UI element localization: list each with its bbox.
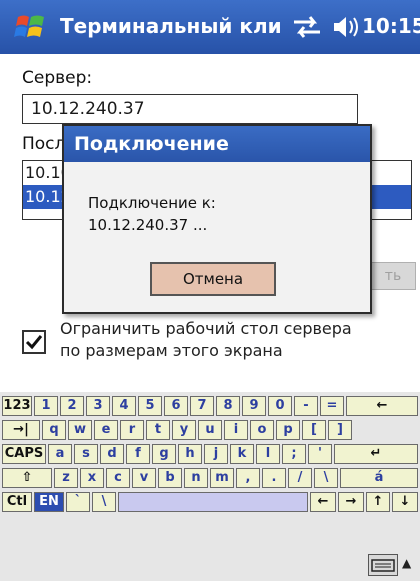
keyboard-icon xyxy=(371,559,395,572)
key-f[interactable]: f xyxy=(126,444,150,464)
key-enter[interactable]: ↵ xyxy=(334,444,418,464)
key-t[interactable]: t xyxy=(146,420,170,440)
key-x[interactable]: x xyxy=(80,468,104,488)
key-shift[interactable]: ⇧ xyxy=(2,468,52,488)
key-n[interactable]: n xyxy=(184,468,208,488)
key-equals[interactable]: = xyxy=(320,396,344,416)
key-arrow-up[interactable]: ↑ xyxy=(366,492,390,512)
key-bracket-left[interactable]: [ xyxy=(302,420,326,440)
dialog-message: Подключение к: 10.12.240.37 ... xyxy=(88,192,216,236)
connection-dialog: Подключение Подключение к: 10.12.240.37 … xyxy=(62,124,372,314)
key-minus[interactable]: - xyxy=(294,396,318,416)
cancel-button[interactable]: Отмена xyxy=(150,262,276,296)
key-1[interactable]: 1 xyxy=(34,396,58,416)
input-panel-menu-icon[interactable]: ▲ xyxy=(402,556,411,570)
fit-screen-label-line1: Ограничить рабочий стол сервера xyxy=(60,319,352,338)
key-arrow-down[interactable]: ↓ xyxy=(392,492,418,512)
key-3[interactable]: 3 xyxy=(86,396,110,416)
connect-button[interactable]: ть xyxy=(370,262,416,290)
key-g[interactable]: g xyxy=(152,444,176,464)
key-comma[interactable]: , xyxy=(236,468,260,488)
key-quote[interactable]: ' xyxy=(308,444,332,464)
key-slash[interactable]: / xyxy=(288,468,312,488)
speaker-icon[interactable] xyxy=(330,12,364,42)
key-backtick[interactable]: ` xyxy=(66,492,90,512)
window-title: Терминальный кли xyxy=(60,14,282,38)
dialog-title: Подключение xyxy=(64,126,370,162)
key-o[interactable]: o xyxy=(250,420,274,440)
title-bar: Терминальный кли 10:15 xyxy=(0,0,420,54)
key-q[interactable]: q xyxy=(42,420,66,440)
key-r[interactable]: r xyxy=(120,420,144,440)
fit-screen-label-line2: по размерам этого экрана xyxy=(60,341,283,360)
key-6[interactable]: 6 xyxy=(164,396,188,416)
key-arrow-right[interactable]: → xyxy=(338,492,364,512)
key-l[interactable]: l xyxy=(256,444,280,464)
server-label: Сервер: xyxy=(22,68,93,88)
key-k[interactable]: k xyxy=(230,444,254,464)
key-2[interactable]: 2 xyxy=(60,396,84,416)
key-m[interactable]: m xyxy=(210,468,234,488)
key-backslash[interactable]: \ xyxy=(314,468,338,488)
key-caps[interactable]: CAPS xyxy=(2,444,46,464)
key-w[interactable]: w xyxy=(68,420,92,440)
key-b[interactable]: b xyxy=(158,468,182,488)
key-j[interactable]: j xyxy=(204,444,228,464)
key-0[interactable]: 0 xyxy=(268,396,292,416)
input-panel-keyboard-icon[interactable] xyxy=(368,554,398,576)
key-v[interactable]: v xyxy=(132,468,156,488)
key-z[interactable]: z xyxy=(54,468,78,488)
key-bracket-right[interactable]: ] xyxy=(328,420,352,440)
key-4[interactable]: 4 xyxy=(112,396,136,416)
key-semicolon[interactable]: ; xyxy=(282,444,306,464)
connectivity-arrows-icon[interactable] xyxy=(290,12,324,42)
fit-screen-label: Ограничить рабочий стол сервера по разме… xyxy=(60,318,400,362)
key-u[interactable]: u xyxy=(198,420,222,440)
key-period[interactable]: . xyxy=(262,468,286,488)
key-123[interactable]: 123 xyxy=(2,396,32,416)
key-s[interactable]: s xyxy=(74,444,98,464)
recent-servers-label: Посл xyxy=(22,134,66,154)
key-8[interactable]: 8 xyxy=(216,396,240,416)
key-y[interactable]: y xyxy=(172,420,196,440)
key-tab[interactable]: →| xyxy=(2,420,40,440)
key-h[interactable]: h xyxy=(178,444,202,464)
server-input[interactable]: 10.12.240.37 xyxy=(22,94,358,124)
key-5[interactable]: 5 xyxy=(138,396,162,416)
key-7[interactable]: 7 xyxy=(190,396,214,416)
key-i[interactable]: i xyxy=(224,420,248,440)
clock[interactable]: 10:15 xyxy=(362,14,420,38)
key-d[interactable]: d xyxy=(100,444,124,464)
key-c[interactable]: c xyxy=(106,468,130,488)
key-e[interactable]: e xyxy=(94,420,118,440)
dialog-message-line1: Подключение к: xyxy=(88,194,216,212)
key-9[interactable]: 9 xyxy=(242,396,266,416)
windows-flag-icon[interactable] xyxy=(14,11,48,43)
key-a[interactable]: a xyxy=(48,444,72,464)
key-p[interactable]: p xyxy=(276,420,300,440)
fit-screen-checkbox[interactable] xyxy=(22,330,46,354)
soft-keyboard: 123 1 2 3 4 5 6 7 8 9 0 - = ← →| q w e r… xyxy=(0,392,420,581)
key-accent[interactable]: á xyxy=(340,468,418,488)
key-backspace[interactable]: ← xyxy=(346,396,418,416)
key-space[interactable] xyxy=(118,492,308,512)
key-backslash-2[interactable]: \ xyxy=(92,492,116,512)
key-arrow-left[interactable]: ← xyxy=(310,492,336,512)
dialog-message-line2: 10.12.240.37 ... xyxy=(88,216,208,234)
key-ctrl[interactable]: Ctl xyxy=(2,492,32,512)
key-language[interactable]: EN xyxy=(34,492,64,512)
checkmark-icon xyxy=(25,335,43,350)
